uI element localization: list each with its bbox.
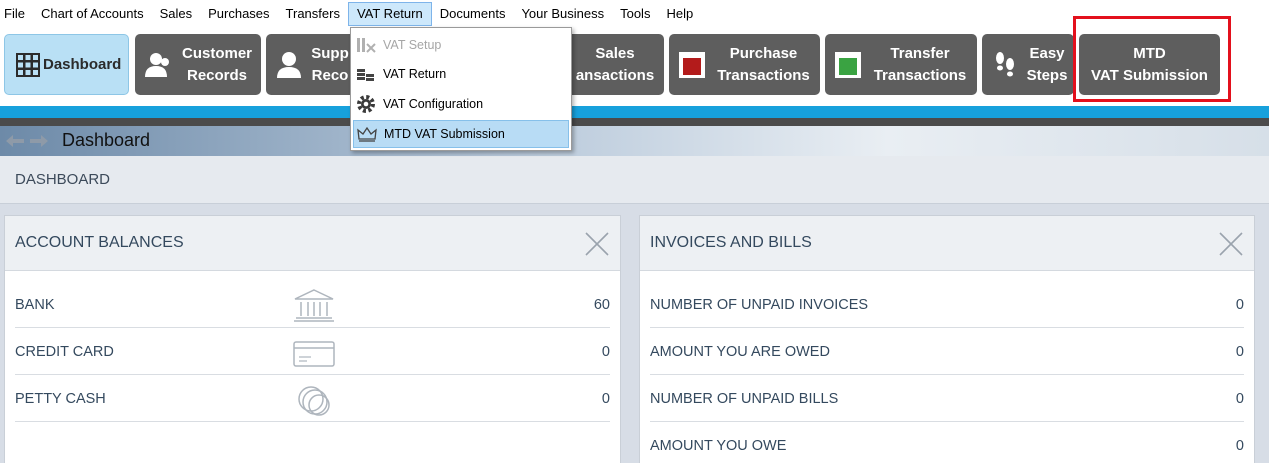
row-label: CREDIT CARD <box>15 344 114 360</box>
row-label: NUMBER OF UNPAID BILLS <box>650 391 839 407</box>
supplier-records-button[interactable]: Supp Reco <box>266 34 356 95</box>
account-balances-panel: ACCOUNT BALANCES BANK 60 CREDIT CARD 0 P… <box>4 215 621 463</box>
menu-tools[interactable]: Tools <box>612 2 658 26</box>
back-arrow-icon[interactable] <box>6 135 24 147</box>
sales-transactions-button[interactable]: Sales ansactions <box>560 34 664 95</box>
tools-icon <box>355 35 377 55</box>
menu-file[interactable]: File <box>0 2 33 26</box>
crown-icon <box>356 124 378 144</box>
row-label: PETTY CASH <box>15 391 106 407</box>
easy-label-line1: Easy <box>1029 44 1065 62</box>
row-value: 0 <box>601 391 610 407</box>
menu-vat-return[interactable]: VAT Return <box>347 2 432 26</box>
menu-item-vat-return[interactable]: VAT Return <box>353 60 569 88</box>
list-item: AMOUNT YOU ARE OWED 0 <box>650 328 1244 375</box>
page-header: Dashboard <box>0 126 1269 156</box>
list-item: PETTY CASH 0 <box>15 375 610 422</box>
purchase-label-line1: Purchase <box>729 44 798 62</box>
easy-label-line2: Steps <box>1026 66 1068 84</box>
page-title: Dashboard <box>62 130 151 150</box>
customer-label-line1: Customer <box>181 44 252 62</box>
menu-documents[interactable]: Documents <box>432 2 514 26</box>
row-value: 0 <box>601 344 610 360</box>
breadcrumb-label: DASHBOARD <box>15 171 111 188</box>
breadcrumb: DASHBOARD <box>0 156 1269 204</box>
credit-card-icon <box>293 341 335 367</box>
menu-item-mtd-vat-submission[interactable]: MTD VAT Submission <box>353 120 569 148</box>
dashboard-label: Dashboard <box>43 55 122 73</box>
grid-icon <box>13 50 43 80</box>
row-value: 0 <box>1235 297 1244 313</box>
vat-return-dropdown: VAT Setup VAT Return VAT Configuration M… <box>350 27 572 151</box>
row-label: BANK <box>15 297 55 313</box>
menu-transfers[interactable]: Transfers <box>278 2 348 26</box>
purchase-label-line2: Transactions <box>717 66 810 84</box>
row-value: 60 <box>593 297 610 313</box>
person-icon <box>143 50 173 80</box>
menu-item-label: VAT Configuration <box>383 97 484 111</box>
purchase-transactions-button[interactable]: Purchase Transactions <box>669 34 820 95</box>
dashboard-button[interactable]: Dashboard <box>4 34 129 95</box>
menu-item-vat-setup[interactable]: VAT Setup <box>353 31 569 59</box>
menu-item-label: VAT Setup <box>383 38 442 52</box>
customer-label-line2: Records <box>186 66 248 84</box>
row-value: 0 <box>1235 391 1244 407</box>
list-item: NUMBER OF UNPAID INVOICES 0 <box>650 281 1244 328</box>
transfer-label-line2: Transactions <box>873 66 967 84</box>
invoices-bills-panel: INVOICES AND BILLS NUMBER OF UNPAID INVO… <box>639 215 1255 463</box>
list-item: AMOUNT YOU OWE 0 <box>650 422 1244 463</box>
transfer-transactions-button[interactable]: Transfer Transactions <box>825 34 977 95</box>
menu-help[interactable]: Help <box>658 2 701 26</box>
footsteps-icon <box>990 50 1020 80</box>
close-icon[interactable] <box>584 231 610 257</box>
menu-item-label: MTD VAT Submission <box>384 127 505 141</box>
menu-item-vat-configuration[interactable]: VAT Configuration <box>353 90 569 118</box>
list-item: BANK 60 <box>15 281 610 328</box>
sales-label-line2: ansactions <box>575 66 655 84</box>
divider-bar <box>0 118 1269 126</box>
transfer-label-line1: Transfer <box>890 44 950 62</box>
menu-item-label: VAT Return <box>383 67 447 81</box>
coins-stack-icon <box>355 64 377 84</box>
row-value: 0 <box>1235 438 1244 454</box>
panel-title: INVOICES AND BILLS <box>650 234 812 251</box>
list-item: NUMBER OF UNPAID BILLS 0 <box>650 375 1244 422</box>
row-value: 0 <box>1235 344 1244 360</box>
menu-sales[interactable]: Sales <box>152 2 201 26</box>
list-item: CREDIT CARD 0 <box>15 328 610 375</box>
row-label: AMOUNT YOU OWE <box>650 438 787 454</box>
menu-purchases[interactable]: Purchases <box>200 2 277 26</box>
red-book-icon <box>677 50 707 80</box>
gear-icon <box>355 94 377 114</box>
close-icon[interactable] <box>1218 231 1244 257</box>
menu-chart-of-accounts[interactable]: Chart of Accounts <box>33 2 152 26</box>
green-book-icon <box>833 50 863 80</box>
row-label: AMOUNT YOU ARE OWED <box>650 344 830 360</box>
supplier-label-line1: Supp <box>311 44 349 62</box>
highlight-box <box>1073 16 1231 102</box>
sales-label-line1: Sales <box>595 44 635 62</box>
panel-title: ACCOUNT BALANCES <box>15 234 184 251</box>
person-icon <box>274 50 304 80</box>
bank-icon <box>294 289 334 322</box>
coins-icon <box>298 386 330 416</box>
menu-your-business[interactable]: Your Business <box>513 2 612 26</box>
customer-records-button[interactable]: Customer Records <box>135 34 261 95</box>
supplier-label-line2: Reco <box>311 66 349 84</box>
row-label: NUMBER OF UNPAID INVOICES <box>650 297 869 313</box>
forward-arrow-icon[interactable] <box>30 135 48 147</box>
easy-steps-button[interactable]: Easy Steps <box>982 34 1074 95</box>
accent-bar <box>0 106 1269 118</box>
